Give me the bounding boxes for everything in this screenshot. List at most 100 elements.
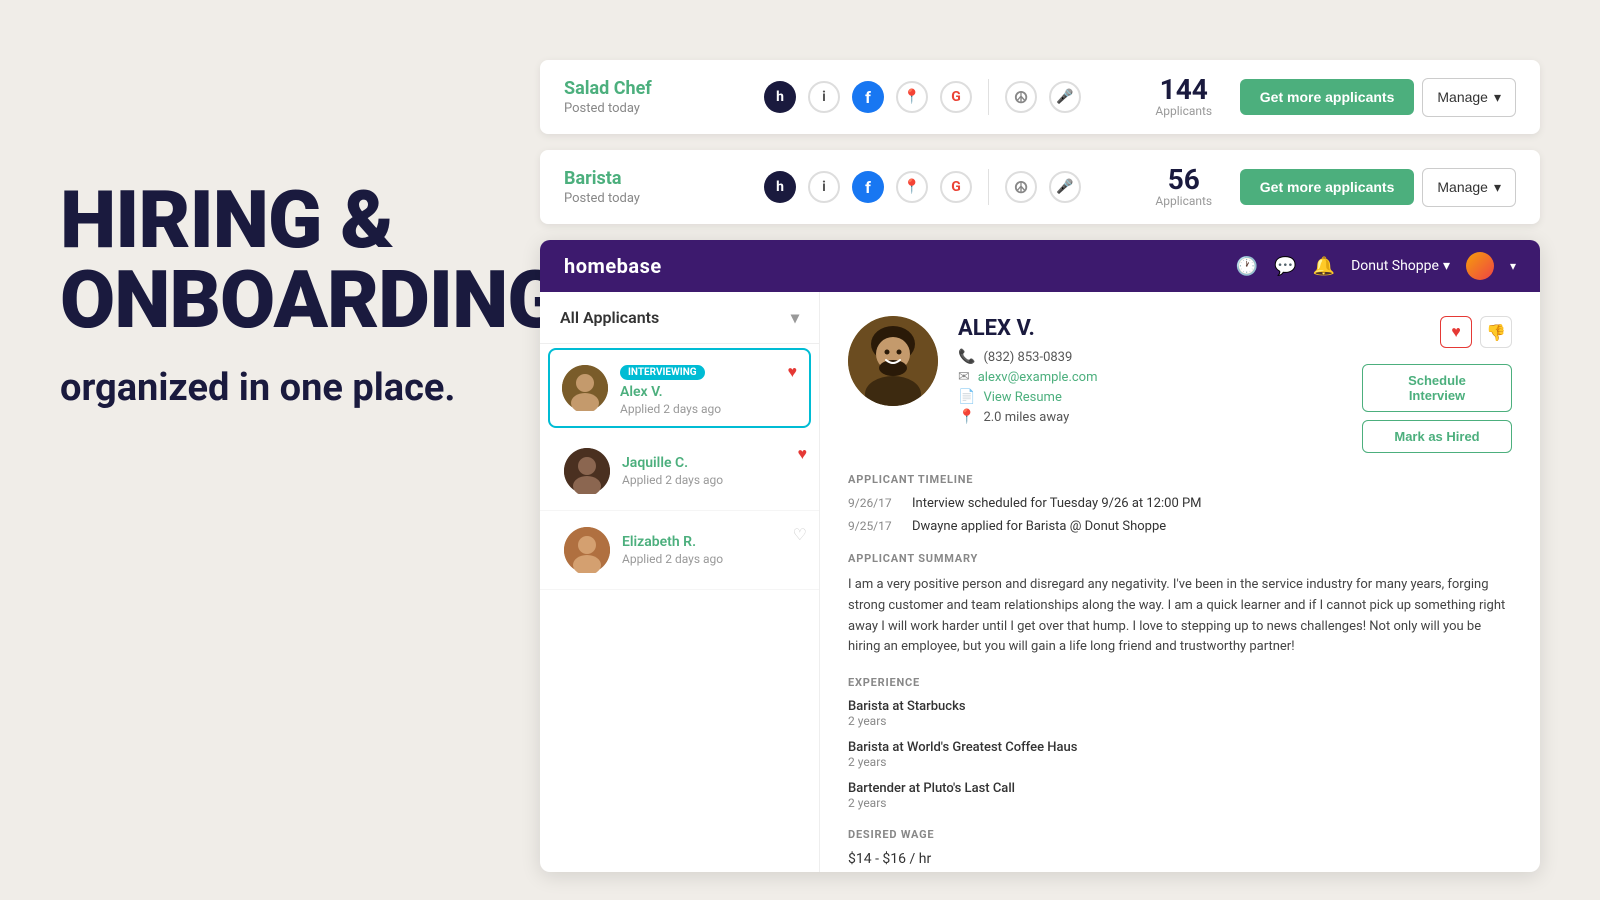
action-icons: ♥ 👎 [1440, 316, 1512, 348]
google-icon-2[interactable]: G [940, 171, 972, 203]
wage-section-title: DESIRED WAGE [848, 828, 1512, 841]
applicant-date-elizabeth: Applied 2 days ago [622, 552, 795, 566]
job-card-barista: Barista Posted today h i f 📍 G ☮ 🎤 56 Ap… [540, 150, 1540, 224]
detail-resume-row: 📄 View Resume [958, 389, 1098, 405]
detail-email-link[interactable]: alexv@example.com [978, 370, 1098, 385]
job-card-salad-chef: Salad Chef Posted today h i f 📍 G ☮ 🎤 14… [540, 60, 1540, 134]
email-icon: ✉ [958, 369, 970, 385]
wage-value: $14 - $16 / hr [848, 851, 1512, 867]
peace-icon-1[interactable]: ☮ [1005, 81, 1037, 113]
mark-hired-button[interactable]: Mark as Hired [1362, 420, 1512, 453]
favorite-icon-jaquille[interactable]: ♥ [798, 444, 808, 464]
phone-icon: 📞 [958, 349, 975, 365]
hero-section: HIRING & ONBOARDING organized in one pla… [60, 180, 540, 413]
homebase-logo: homebase [564, 254, 662, 278]
panel-body: All Applicants ▾ INTERVIEWING Alex [540, 292, 1540, 872]
applicant-info-elizabeth: Elizabeth R. Applied 2 days ago [622, 534, 795, 566]
detail-name: ALEX V. [958, 316, 1098, 341]
store-name[interactable]: Donut Shoppe ▾ [1351, 258, 1450, 274]
avatar-chevron: ▾ [1510, 259, 1516, 273]
detail-info: ALEX V. 📞 (832) 853-0839 ✉ alexv@example… [958, 316, 1098, 429]
timeline: 9/26/17 Interview scheduled for Tuesday … [848, 496, 1512, 534]
peace-icon-2[interactable]: ☮ [1005, 171, 1037, 203]
detail-phone-row: 📞 (832) 853-0839 [958, 349, 1098, 365]
homebase-nav-right: 🕐 💬 🔔 Donut Shoppe ▾ ▾ [1236, 252, 1516, 280]
job-card-info-barista: Barista Posted today [564, 168, 744, 206]
applicant-detail: ALEX V. 📞 (832) 853-0839 ✉ alexv@example… [820, 292, 1540, 872]
job-card-info-salad-chef: Salad Chef Posted today [564, 78, 744, 116]
chat-icon[interactable]: 💬 [1274, 256, 1296, 277]
mic-icon-1[interactable]: 🎤 [1049, 81, 1081, 113]
applicant-item-jaquille[interactable]: Jaquille C. Applied 2 days ago ♥ [540, 432, 819, 511]
resume-icon: 📄 [958, 389, 975, 405]
applicant-avatar-alex [562, 365, 608, 411]
experience-section-title: EXPERIENCE [848, 676, 1512, 689]
google-icon-1[interactable]: G [940, 81, 972, 113]
divider-1 [988, 79, 989, 115]
job-posted-barista: Posted today [564, 191, 744, 206]
manage-button-barista[interactable]: Manage ▾ [1422, 168, 1516, 207]
experience-item-1: Barista at World's Greatest Coffee Haus … [848, 740, 1512, 769]
detail-left: ALEX V. 📞 (832) 853-0839 ✉ alexv@example… [848, 316, 1098, 429]
facebook-icon-1[interactable]: f [852, 81, 884, 113]
indeed-icon-1[interactable]: i [808, 81, 840, 113]
indeed-icon-2[interactable]: i [808, 171, 840, 203]
detail-email-row: ✉ alexv@example.com [958, 369, 1098, 385]
mic-icon-2[interactable]: 🎤 [1049, 171, 1081, 203]
detail-resume-link[interactable]: View Resume [983, 390, 1061, 405]
applicant-date-jaquille: Applied 2 days ago [622, 473, 795, 487]
timeline-item-0: 9/26/17 Interview scheduled for Tuesday … [848, 496, 1512, 511]
bell-icon[interactable]: 🔔 [1313, 256, 1335, 277]
homebase-icon-1[interactable]: h [764, 81, 796, 113]
favorite-icon-elizabeth[interactable]: ♡ [793, 525, 807, 544]
thumbdown-action-btn[interactable]: 👎 [1480, 316, 1512, 348]
snag-icon-1[interactable]: 📍 [896, 81, 928, 113]
hero-subtitle: organized in one place. [60, 364, 540, 413]
status-badge-alex: INTERVIEWING [620, 365, 705, 380]
applicant-item-elizabeth[interactable]: Elizabeth R. Applied 2 days ago ♡ [540, 511, 819, 590]
manage-chevron-2: ▾ [1494, 179, 1501, 196]
heart-action-btn[interactable]: ♥ [1440, 316, 1472, 348]
manage-button-salad-chef[interactable]: Manage ▾ [1422, 78, 1516, 117]
timeline-item-1: 9/25/17 Dwayne applied for Barista @ Don… [848, 519, 1512, 534]
detail-distance-row: 📍 2.0 miles away [958, 409, 1098, 425]
applicant-item-alex[interactable]: INTERVIEWING Alex V. Applied 2 days ago … [548, 348, 811, 428]
snag-icon-2[interactable]: 📍 [896, 171, 928, 203]
experience-item-2: Bartender at Pluto's Last Call 2 years [848, 781, 1512, 810]
facebook-icon-2[interactable]: f [852, 171, 884, 203]
schedule-interview-button[interactable]: Schedule Interview [1362, 364, 1512, 412]
favorite-icon-alex[interactable]: ♥ [788, 362, 798, 382]
applicants-dropdown-icon[interactable]: ▾ [791, 308, 799, 327]
get-applicants-button-barista[interactable]: Get more applicants [1240, 169, 1415, 205]
applicants-list: All Applicants ▾ INTERVIEWING Alex [540, 292, 820, 872]
applicant-avatar-elizabeth [564, 527, 610, 573]
applicant-name-jaquille: Jaquille C. [622, 455, 795, 471]
applicant-name-alex: Alex V. [620, 384, 797, 400]
homebase-header: homebase 🕐 💬 🔔 Donut Shoppe ▾ ▾ [540, 240, 1540, 292]
homebase-panel: homebase 🕐 💬 🔔 Donut Shoppe ▾ ▾ All Appl… [540, 240, 1540, 872]
divider-2 [988, 169, 989, 205]
job-icons-barista: h i f 📍 G ☮ 🎤 [764, 169, 1144, 205]
applicant-info-jaquille: Jaquille C. Applied 2 days ago [622, 455, 795, 487]
detail-actions: ♥ 👎 Schedule Interview Mark as Hired [1362, 316, 1512, 453]
summary-text: I am a very positive person and disregar… [848, 575, 1512, 658]
job-posted-salad-chef: Posted today [564, 101, 744, 116]
job-title-barista: Barista [564, 168, 744, 189]
applicant-count-salad-chef: 144 Applicants [1144, 76, 1224, 118]
summary-section-title: APPLICANT SUMMARY [848, 552, 1512, 565]
applicants-list-header: All Applicants ▾ [540, 292, 819, 344]
store-chevron: ▾ [1443, 258, 1450, 274]
applicant-name-elizabeth: Elizabeth R. [622, 534, 795, 550]
clock-icon[interactable]: 🕐 [1236, 256, 1258, 277]
location-icon: 📍 [958, 409, 975, 425]
user-avatar[interactable] [1466, 252, 1494, 280]
homebase-icon-2[interactable]: h [764, 171, 796, 203]
experience-item-0: Barista at Starbucks 2 years [848, 699, 1512, 728]
job-title-salad-chef: Salad Chef [564, 78, 744, 99]
experience-list: Barista at Starbucks 2 years Barista at … [848, 699, 1512, 810]
applicant-info-alex: INTERVIEWING Alex V. Applied 2 days ago [620, 360, 797, 416]
get-applicants-button-salad-chef[interactable]: Get more applicants [1240, 79, 1415, 115]
job-icons-salad-chef: h i f 📍 G ☮ 🎤 [764, 79, 1144, 115]
right-panel: Salad Chef Posted today h i f 📍 G ☮ 🎤 14… [540, 60, 1540, 872]
applicant-date-alex: Applied 2 days ago [620, 402, 797, 416]
